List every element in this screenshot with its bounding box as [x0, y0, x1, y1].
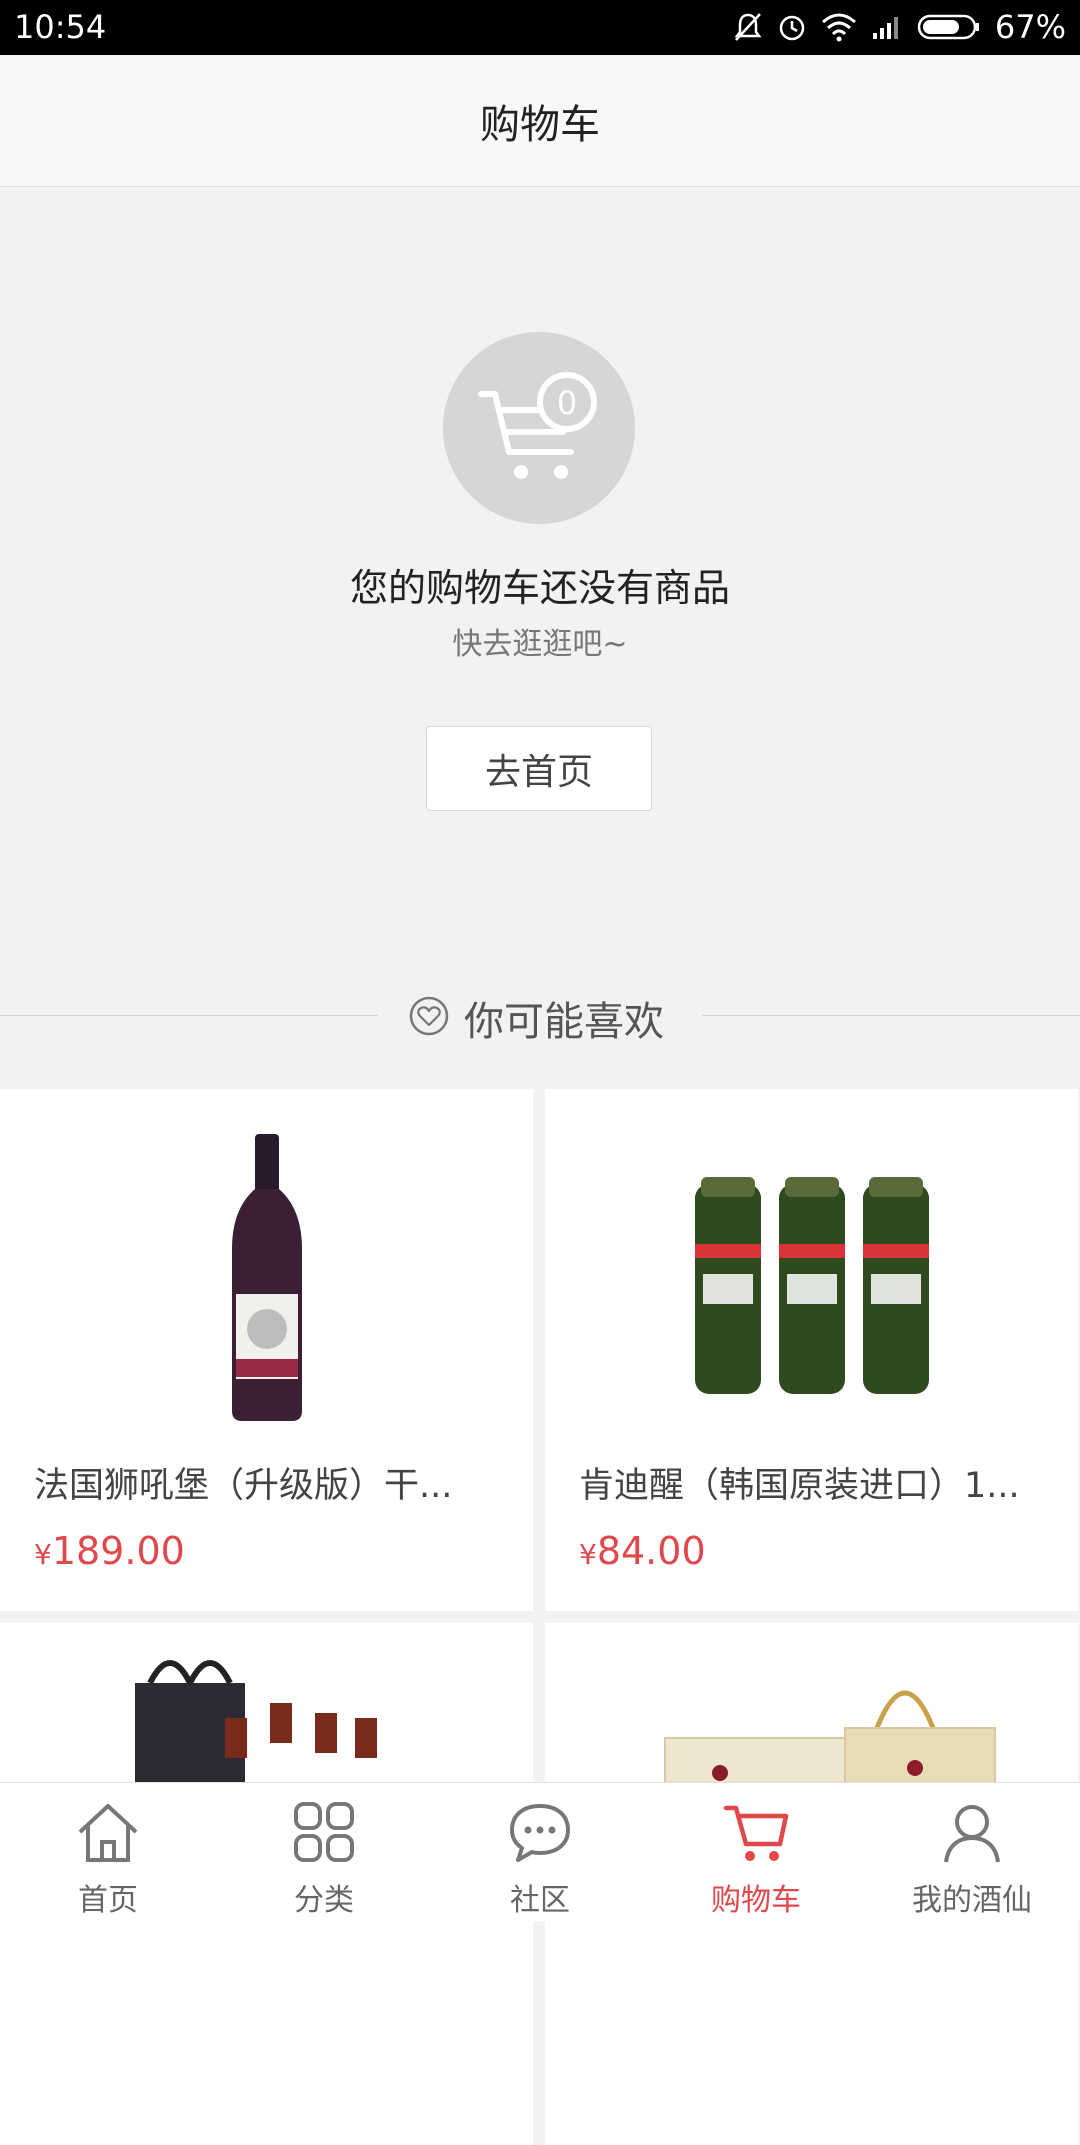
- empty-cart-subtitle: 快去逛逛吧~: [452, 627, 628, 662]
- tab-label: 分类: [294, 1883, 354, 1918]
- tab-community[interactable]: 社区: [432, 1783, 648, 1921]
- wifi-icon: [821, 12, 857, 42]
- product-price: ¥189.00: [34, 1529, 185, 1573]
- product-name: 法国狮吼堡（升级版）干...: [34, 1466, 453, 1506]
- empty-cart-title: 您的购物车还没有商品: [349, 566, 730, 610]
- tab-label: 购物车: [711, 1883, 801, 1918]
- user-icon: [936, 1797, 1008, 1869]
- tab-label: 我的酒仙: [912, 1883, 1032, 1918]
- alarm-icon: [777, 11, 807, 43]
- product-name: 肯迪醒（韩国原装进口）1...: [579, 1466, 1020, 1506]
- go-home-button[interactable]: 去首页: [426, 726, 652, 811]
- battery-icon: [917, 13, 981, 41]
- price-value: 189.00: [51, 1529, 185, 1573]
- tab-category[interactable]: 分类: [216, 1783, 432, 1921]
- product-image-wine-bottle: [0, 1089, 533, 1439]
- recommend-label: 你可能喜欢: [408, 989, 664, 1047]
- grid-icon: [288, 1797, 360, 1869]
- chat-bubble-icon: [504, 1797, 576, 1869]
- tab-home[interactable]: 首页: [0, 1783, 216, 1921]
- cart-badge-count: 0: [557, 384, 577, 422]
- currency-symbol: ¥: [579, 1538, 597, 1571]
- tab-label: 社区: [510, 1883, 570, 1918]
- status-time: 10:54: [14, 8, 107, 46]
- product-card[interactable]: 法国狮吼堡（升级版）干... ¥189.00: [0, 1089, 533, 1611]
- recommend-header: 你可能喜欢: [0, 975, 1080, 1057]
- currency-symbol: ¥: [34, 1538, 52, 1571]
- nav-bar: 购物车: [0, 55, 1080, 187]
- tab-cart[interactable]: 购物车: [648, 1783, 864, 1921]
- tab-label: 首页: [78, 1883, 138, 1918]
- page-title: 购物车: [480, 101, 600, 148]
- divider-left: [0, 1015, 378, 1016]
- status-bar: 10:54 67%: [0, 0, 1080, 55]
- battery-percent: 67%: [994, 8, 1066, 46]
- product-card[interactable]: 肯迪醒（韩国原装进口）1... ¥84.00: [545, 1089, 1078, 1611]
- home-icon: [72, 1797, 144, 1869]
- signal-icon: [871, 13, 903, 41]
- tab-bar: 首页 分类 社区 购物车 我的酒仙: [0, 1782, 1080, 1921]
- recommend-label-text: 你可能喜欢: [464, 999, 664, 1045]
- empty-cart-icon: 0: [443, 332, 635, 524]
- price-value: 84.00: [596, 1529, 706, 1573]
- divider-right: [702, 1015, 1080, 1016]
- product-image-drink-bottles: [545, 1089, 1078, 1439]
- tab-profile[interactable]: 我的酒仙: [864, 1783, 1080, 1921]
- mute-icon: [733, 11, 763, 43]
- cart-icon: [720, 1797, 792, 1869]
- status-icons: 67%: [733, 8, 1066, 46]
- heart-icon: [408, 995, 450, 1041]
- empty-cart: 0 您的购物车还没有商品 快去逛逛吧~ 去首页: [0, 187, 1080, 947]
- product-price: ¥84.00: [579, 1529, 706, 1573]
